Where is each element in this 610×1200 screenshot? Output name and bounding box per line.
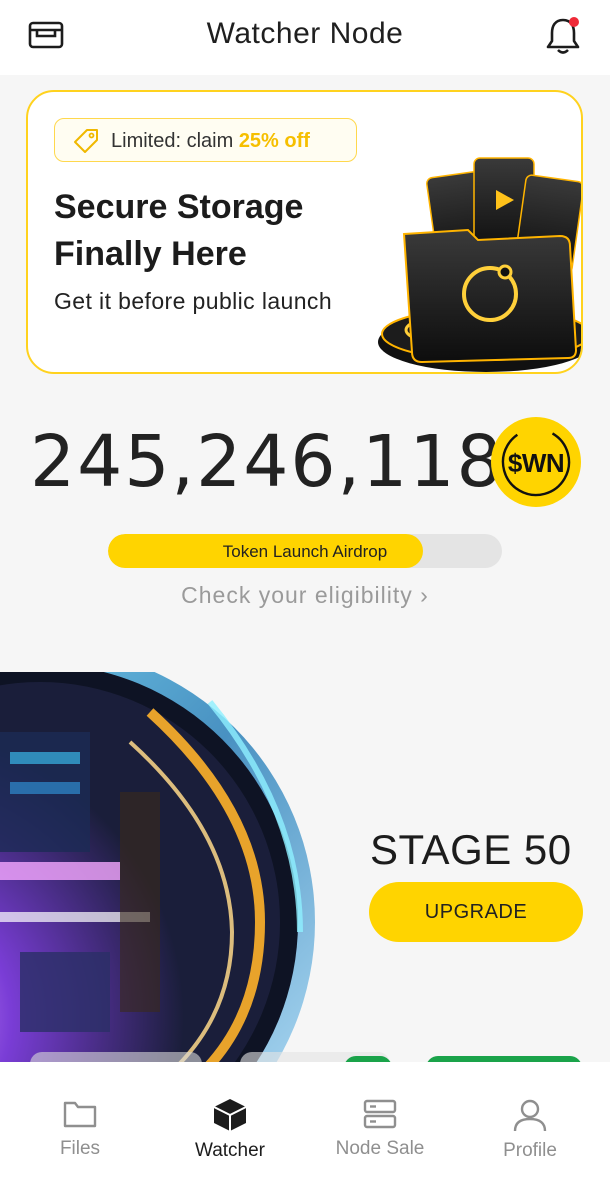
bottom-tab-bar: Files Watcher Node Sale Profile	[0, 1062, 610, 1200]
discount-tag-text: Limited: claim 25% off	[111, 130, 310, 152]
token-coin-badge: $WN	[491, 417, 581, 507]
tab-profile-label: Profile	[503, 1140, 557, 1161]
promo-headline: Secure Storage Finally Here	[54, 188, 304, 273]
discount-tag[interactable]: Limited: claim 25% off	[54, 118, 357, 162]
eligibility-link-text: Check your eligibility	[181, 582, 413, 608]
tab-watcher-label: Watcher	[194, 1140, 266, 1161]
cube-icon	[213, 1099, 247, 1131]
token-symbol: $WN	[507, 448, 565, 478]
eligibility-link[interactable]: Check your eligibility ›	[0, 582, 610, 609]
folder-icon	[63, 1101, 97, 1128]
tab-watcher[interactable]: Watcher	[165, 1098, 295, 1168]
airdrop-progress-bar: Token Launch Airdrop	[108, 534, 502, 568]
person-icon	[513, 1099, 547, 1132]
tab-profile[interactable]: Profile	[465, 1098, 595, 1168]
promo-subtext: Get it before public launch	[54, 288, 333, 314]
airdrop-progress-label: Token Launch Airdrop	[222, 542, 388, 561]
tab-files-label: Files	[59, 1138, 101, 1159]
promo-card[interactable]: Limited: claim 25% off Secure Storage Fi…	[26, 90, 583, 374]
price-tag-icon	[74, 129, 98, 153]
upgrade-button[interactable]: UPGRADE	[369, 882, 583, 942]
server-icon	[363, 1099, 397, 1129]
stage-label: STAGE 50	[370, 826, 572, 873]
tab-files[interactable]: Files	[15, 1098, 145, 1168]
storage-folder-illustration	[378, 157, 581, 372]
tab-node-sale-label: Node Sale	[335, 1138, 425, 1159]
bell-icon[interactable]	[543, 14, 583, 56]
watcher-node-sphere-illustration	[0, 672, 315, 1064]
token-counter: 245,246,118	[30, 420, 504, 503]
page-title: Watcher Node	[206, 17, 404, 50]
tab-node-sale[interactable]: Node Sale	[315, 1098, 445, 1168]
chevron-right-icon: ›	[420, 582, 429, 608]
notification-dot	[569, 17, 579, 27]
app-header: Watcher Node	[0, 0, 610, 75]
discount-highlight: 25% off	[238, 130, 310, 152]
